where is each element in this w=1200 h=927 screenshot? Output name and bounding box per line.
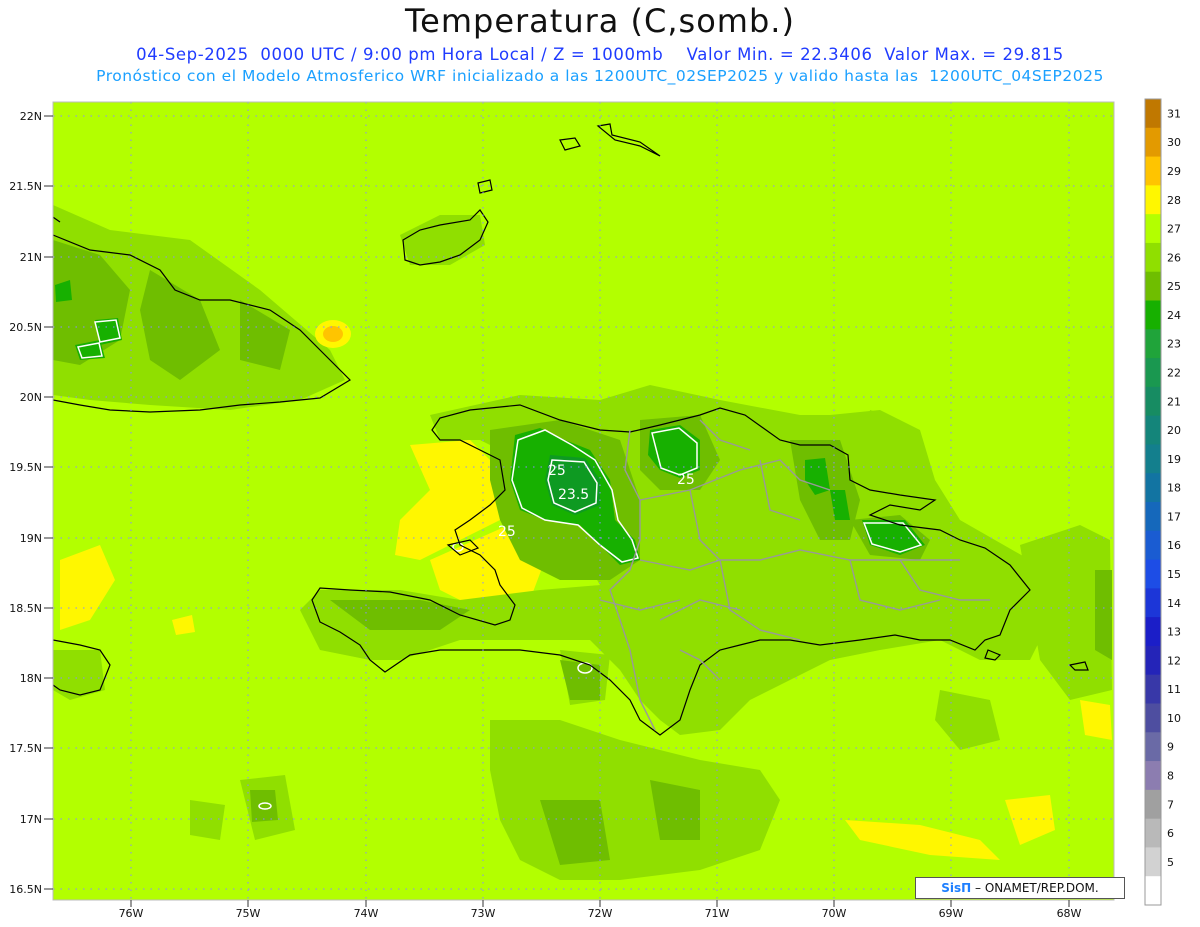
lat-tick-label: 20N	[20, 391, 42, 404]
colorbar-level-label: 29	[1167, 165, 1181, 178]
colorbar-swatch	[1145, 559, 1161, 589]
colorbar-level-label: 26	[1167, 251, 1181, 264]
colorbar-level-label: 8	[1167, 769, 1174, 782]
colorbar-level-label: 20	[1167, 424, 1181, 437]
colorbar-swatch	[1145, 415, 1161, 445]
colorbar-level-label: 5	[1167, 856, 1174, 869]
lon-tick-label: 71W	[705, 907, 730, 920]
credit-box: SisΠ – ONAMET/REP.DOM.	[915, 877, 1125, 899]
lat-tick-label: 21N	[20, 251, 42, 264]
colorbar-swatch	[1145, 242, 1161, 273]
colorbar-level-label: 16	[1167, 539, 1181, 552]
lon-tick-label: 72W	[588, 907, 613, 920]
contour-label: 25	[498, 524, 516, 540]
lon-axis: 76W 75W 74W 73W 72W 71W 70W 69W 68W	[119, 907, 1082, 920]
colorbar-swatch	[1145, 99, 1161, 129]
colorbar-swatch	[1145, 473, 1161, 503]
colorbar-level-label: 15	[1167, 568, 1181, 581]
colorbar-level-label: 6	[1167, 827, 1174, 840]
lat-tick-label: 18.5N	[9, 602, 42, 615]
colorbar-level-label: 25	[1167, 280, 1181, 293]
colorbar-level-label: 22	[1167, 366, 1181, 379]
colorbar-swatch	[1145, 732, 1161, 762]
colorbar-swatch	[1145, 588, 1161, 618]
colorbar-swatch	[1145, 761, 1161, 791]
colorbar-swatch	[1145, 156, 1161, 186]
contour-label: 23.5	[558, 487, 589, 503]
colorbar-swatch	[1145, 300, 1161, 330]
colorbar-swatch	[1145, 847, 1161, 877]
colorbar-swatch	[1145, 127, 1161, 158]
lat-tick-label: 18N	[20, 672, 42, 685]
lat-tick-label: 17.5N	[9, 742, 42, 755]
colorbar-level-label: 9	[1167, 741, 1174, 754]
colorbar-swatch	[1145, 502, 1161, 532]
credit-sis: SisΠ	[941, 881, 972, 895]
colorbar-level-label: 18	[1167, 482, 1181, 495]
colorbar-swatch	[1145, 617, 1161, 647]
colorbar-swatch	[1145, 386, 1161, 417]
colorbar-level-label: 13	[1167, 626, 1181, 639]
lon-tick-label: 76W	[119, 907, 144, 920]
lon-tick-label: 68W	[1057, 907, 1082, 920]
colorbar-level-label: 7	[1167, 798, 1174, 811]
colorbar-swatch	[1145, 214, 1161, 244]
colorbar-level-label: 12	[1167, 654, 1181, 667]
colorbar-swatch	[1145, 329, 1161, 359]
lon-tick-label: 69W	[939, 907, 964, 920]
lat-tick-label: 21.5N	[9, 180, 42, 193]
colorbar-swatch	[1145, 703, 1161, 733]
colorbar-level-label: 14	[1167, 597, 1181, 610]
lon-tick-label: 74W	[354, 907, 379, 920]
colorbar-level-label: 23	[1167, 338, 1181, 351]
colorbar-level-label: 30	[1167, 136, 1181, 149]
colorbar-level-label: 28	[1167, 194, 1181, 207]
contour-label: 25	[548, 463, 566, 479]
lon-tick-label: 70W	[822, 907, 847, 920]
colorbar-level-label: 10	[1167, 712, 1181, 725]
color-legend: 31 30 29 28 27 26 25 24 23 22 21 20 19 18 17 16 15 14 13 12…	[1144, 98, 1181, 906]
colorbar-swatch	[1145, 444, 1161, 474]
colorbar-level-label: 27	[1167, 223, 1181, 236]
colorbar-swatch	[1145, 789, 1161, 820]
lon-tick-label: 73W	[471, 907, 496, 920]
colorbar-swatch	[1145, 818, 1161, 848]
hot-spot	[315, 320, 351, 348]
colorbar-level-label: 17	[1167, 510, 1181, 523]
lat-tick-label: 22N	[20, 110, 42, 123]
weather-map: 25 23.5 25 25 22N 21.5N 21N 20.5N 20N 19…	[9, 98, 1181, 920]
colorbar-swatch	[1145, 185, 1161, 215]
colorbar-swatch	[1145, 271, 1161, 301]
colorbar-swatch	[1145, 358, 1161, 388]
colorbar-level-label: 24	[1167, 309, 1181, 322]
contour-label: 25	[677, 472, 695, 488]
colorbar-level-label: 11	[1167, 683, 1181, 696]
colorbar-swatch	[1145, 674, 1161, 704]
colorbar-swatch	[1145, 530, 1161, 561]
lat-tick-label: 19N	[20, 532, 42, 545]
credit-org: – ONAMET/REP.DOM.	[971, 881, 1099, 895]
lat-axis: 22N 21.5N 21N 20.5N 20N 19.5N 19N 18.5N …	[9, 110, 42, 896]
colorbar-swatch	[1145, 645, 1161, 676]
lat-tick-label: 19.5N	[9, 461, 42, 474]
lon-tick-label: 75W	[236, 907, 261, 920]
colorbar-level-label: 19	[1167, 453, 1181, 466]
colorbar-level-label: 21	[1167, 395, 1181, 408]
lat-tick-label: 20.5N	[9, 321, 42, 334]
lat-tick-label: 16.5N	[9, 883, 42, 896]
colorbar-swatch	[1145, 876, 1161, 906]
lat-tick-label: 17N	[20, 813, 42, 826]
colorbar-level-label: 31	[1167, 107, 1181, 120]
